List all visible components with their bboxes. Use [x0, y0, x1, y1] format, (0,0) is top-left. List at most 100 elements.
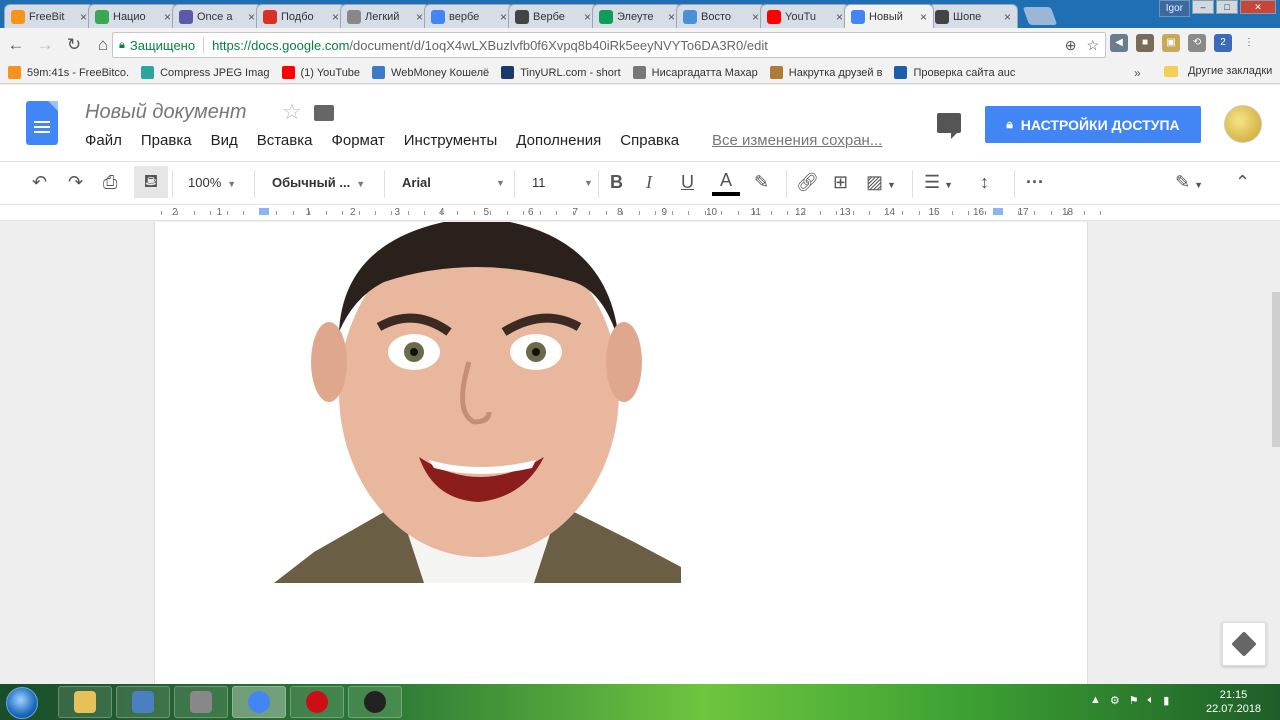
chevron-up-icon[interactable]: ⌃: [1235, 172, 1250, 193]
print-icon[interactable]: ⎙: [103, 172, 117, 193]
line-spacing-icon[interactable]: ↕: [980, 172, 989, 193]
network-icon[interactable]: ⚑: [1129, 694, 1139, 707]
tab-close-icon[interactable]: ×: [1004, 10, 1011, 24]
bold-button[interactable]: B: [610, 172, 623, 193]
document-title[interactable]: Новый документ: [85, 101, 247, 124]
extension-icon[interactable]: ⟲: [1188, 34, 1206, 52]
bookmark-item[interactable]: Compress JPEG Imag: [141, 66, 270, 79]
insert-image-icon[interactable]: ▨ ▼: [866, 172, 896, 193]
undo-icon[interactable]: ↶: [32, 172, 47, 193]
bookmark-star-icon[interactable]: ☆: [1086, 37, 1099, 54]
browser-tab[interactable]: Легкий ×: [340, 4, 430, 28]
volume-icon[interactable]: 🔈︎: [1148, 694, 1155, 707]
share-button[interactable]: 🔒︎ НАСТРОЙКИ ДОСТУПА: [985, 106, 1201, 143]
comments-icon[interactable]: [937, 113, 961, 139]
menu-item[interactable]: Вставка: [257, 132, 313, 149]
menu-item[interactable]: Файл: [85, 132, 122, 149]
tab-close-icon[interactable]: ×: [416, 10, 423, 24]
tab-close-icon[interactable]: ×: [920, 10, 927, 24]
browser-tab[interactable]: Вербе ×: [508, 4, 598, 28]
tab-close-icon[interactable]: ×: [584, 10, 591, 24]
browser-tab[interactable]: Новый ×: [844, 4, 934, 28]
taskbar-opera-button[interactable]: [290, 686, 344, 718]
ruler-right-indent-marker[interactable]: [993, 208, 1004, 215]
zoom-select[interactable]: 100% ▼: [188, 175, 236, 190]
italic-button[interactable]: I: [646, 172, 652, 193]
browser-tab[interactable]: Подбо ×: [256, 4, 346, 28]
tray-app-icon[interactable]: ⚙: [1110, 694, 1120, 707]
style-select[interactable]: Обычный ... ▼: [272, 175, 365, 190]
tab-close-icon[interactable]: ×: [500, 10, 507, 24]
folder-icon[interactable]: [314, 105, 334, 121]
bookmark-item[interactable]: 59m:41s - FreeBitco.: [8, 66, 129, 79]
taskbar-explorer-button[interactable]: [58, 686, 112, 718]
taskbar-recorder-button[interactable]: [348, 686, 402, 718]
bookmark-item[interactable]: Накрутка друзей в: [769, 66, 882, 79]
clock[interactable]: 21:15 22.07.2018: [1206, 688, 1261, 716]
menu-item[interactable]: Дополнения: [516, 132, 601, 149]
bookmark-item[interactable]: Нисаргадатта Махар: [632, 66, 758, 79]
browser-tab[interactable]: Нацио ×: [88, 4, 178, 28]
browser-tab[interactable]: Шопе ×: [928, 4, 1018, 28]
tab-close-icon[interactable]: ×: [332, 10, 339, 24]
signal-icon[interactable]: ▮: [1163, 694, 1169, 707]
taskbar-camera-button[interactable]: [174, 686, 228, 718]
star-icon[interactable]: ☆: [282, 99, 302, 125]
tab-close-icon[interactable]: ×: [668, 10, 675, 24]
explore-button[interactable]: [1222, 622, 1266, 666]
docs-logo-icon[interactable]: [26, 101, 58, 145]
more-options-button[interactable]: ···: [1026, 172, 1044, 193]
bookmark-item[interactable]: WebMoney Кошелё: [372, 66, 489, 79]
browser-tab[interactable]: Восто ×: [676, 4, 766, 28]
address-bar[interactable]: 🔒︎ Защищено https://docs.google.com/docu…: [112, 32, 1106, 58]
avatar[interactable]: [1224, 105, 1262, 143]
browser-tab[interactable]: FreeBit ×: [4, 4, 94, 28]
other-bookmarks-folder[interactable]: Другие закладки: [1164, 65, 1272, 77]
menu-item[interactable]: Правка: [141, 132, 192, 149]
extension-icon[interactable]: 2: [1214, 34, 1232, 52]
browser-tab[interactable]: вербе ×: [424, 4, 514, 28]
editing-mode-icon[interactable]: ✎ ▼: [1175, 172, 1203, 193]
url-text[interactable]: https://docs.google.com/document/d/1oqX4…: [212, 38, 1055, 53]
taskbar-chrome-button[interactable]: [232, 686, 286, 718]
menu-icon[interactable]: ⋮: [1240, 34, 1258, 52]
font-size-select[interactable]: 11 ▼: [532, 175, 593, 190]
tab-close-icon[interactable]: ×: [80, 10, 87, 24]
menu-item[interactable]: Формат: [331, 132, 384, 149]
back-icon[interactable]: ←: [3, 32, 29, 58]
browser-tab[interactable]: Once a ×: [172, 4, 262, 28]
extension-icon[interactable]: ▣: [1162, 34, 1180, 52]
zoom-icon[interactable]: ⊕: [1065, 37, 1077, 54]
font-select[interactable]: Arial ▼: [402, 175, 505, 190]
browser-tab[interactable]: Элеуте ×: [592, 4, 682, 28]
taskbar-computer-button[interactable]: [116, 686, 170, 718]
extension-icon[interactable]: ◀: [1110, 34, 1128, 52]
scrollbar[interactable]: [1272, 292, 1280, 447]
link-icon[interactable]: 🔗︎: [796, 172, 819, 193]
forward-icon[interactable]: →: [32, 32, 58, 58]
profile-button[interactable]: Igor: [1158, 0, 1190, 17]
tab-close-icon[interactable]: ×: [836, 10, 843, 24]
bookmark-item[interactable]: Проверка сайта аuc: [894, 66, 1015, 79]
menu-item[interactable]: Справка: [620, 132, 679, 149]
text-color-button[interactable]: A: [712, 170, 740, 196]
menu-item[interactable]: Вид: [211, 132, 238, 149]
add-comment-icon[interactable]: ⊞: [833, 172, 848, 193]
underline-button[interactable]: U: [681, 172, 694, 193]
extension-icon[interactable]: ■: [1136, 34, 1154, 52]
bookmark-item[interactable]: (1) YouTube: [281, 66, 360, 79]
tab-close-icon[interactable]: ×: [164, 10, 171, 24]
start-button[interactable]: [6, 687, 38, 719]
tab-close-icon[interactable]: ×: [248, 10, 255, 24]
menu-item[interactable]: Инструменты: [404, 132, 498, 149]
inserted-photo[interactable]: [274, 222, 681, 583]
tray-overflow-icon[interactable]: ▲: [1090, 694, 1101, 707]
redo-icon[interactable]: ↷: [68, 172, 83, 193]
ruler-left-indent-marker[interactable]: [259, 208, 269, 215]
new-tab-button[interactable]: [1022, 7, 1058, 25]
highlight-pen-icon[interactable]: ✎: [754, 172, 769, 193]
close-window-button[interactable]: ✕: [1240, 0, 1276, 14]
save-status[interactable]: Все изменения сохран...: [712, 132, 882, 149]
minimize-button[interactable]: –: [1192, 0, 1214, 14]
bookmarks-overflow-button[interactable]: »: [1134, 66, 1141, 80]
